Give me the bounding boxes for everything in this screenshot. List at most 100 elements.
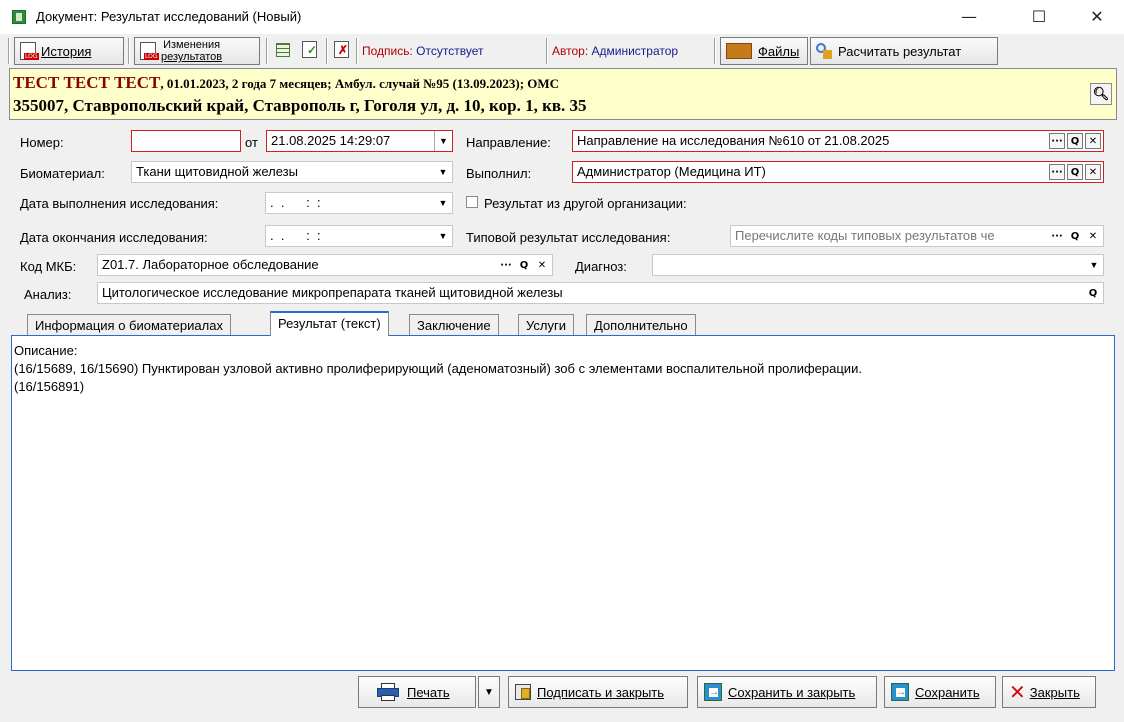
chevron-down-icon[interactable]: ▼ [434,162,452,182]
cancel-document-icon[interactable]: ✗ [334,41,349,58]
mkb-code-field[interactable]: Z01.7. Лабораторное обследование ··· Q ✕ [97,254,553,276]
typical-result-label: Типовой результат исследования: [466,230,671,245]
chevron-down-icon[interactable]: ▼ [434,226,452,246]
mkb-code-label: Код МКБ: [20,259,77,274]
sign-and-close-button[interactable]: Подписать и закрыть [508,676,688,708]
other-org-label: Результат из другой организации: [484,196,687,211]
toolbar-separator [326,38,328,64]
from-label: от [245,135,258,150]
diagnosis-select[interactable]: ▼ [652,254,1104,276]
toolbar-separator [8,38,10,64]
biomaterial-select[interactable]: Ткани щитовидной железы ▼ [131,161,453,183]
ellipsis-icon[interactable]: ··· [1049,164,1065,180]
tab-result-text[interactable]: Результат (текст) [270,311,389,336]
ellipsis-icon[interactable]: ··· [1049,228,1065,244]
end-date-value: . . : : [270,228,321,243]
clear-icon[interactable]: ✕ [534,257,550,273]
chevron-down-icon[interactable]: ▼ [1085,255,1103,275]
print-button[interactable]: Печать [358,676,476,708]
date-field[interactable]: 21.08.2025 14:29:07 ▼ [266,130,453,152]
clear-icon[interactable]: ✕ [1085,133,1101,149]
tab-additional[interactable]: Дополнительно [586,314,696,336]
biomaterial-value: Ткани щитовидной железы [136,164,298,179]
toolbar-separator [266,38,268,64]
typical-result-placeholder: Перечислите коды типовых результатов че [735,228,995,243]
clear-icon[interactable]: ✕ [1085,164,1101,180]
action-bar: Печать ▼ Подписать и закрыть → Сохранить… [0,674,1124,710]
result-text: Описание: (16/15689, 16/15690) Пунктиров… [14,343,862,394]
calculate-result-button[interactable]: Расчитать результат [810,37,998,65]
app-icon [12,10,26,24]
sign-icon [515,684,531,700]
date-value: 21.08.2025 14:29:07 [271,133,391,148]
toolbar: История Изменения результатов ✓ ✗ Подпис… [0,34,1124,67]
log-icon [140,42,159,60]
search-icon[interactable]: Q [1067,133,1083,149]
save-icon: → [704,683,722,701]
diagnosis-label: Диагноз: [575,259,627,274]
search-icon[interactable]: Q [1067,164,1083,180]
title-bar: Документ: Результат исследований (Новый)… [0,0,1124,34]
performed-by-field[interactable]: Администратор (Медицина ИТ) ··· Q ✕ [572,161,1104,183]
patient-line1: ТЕСТ ТЕСТ ТЕСТ, 01.01.2023, 2 года 7 мес… [13,73,559,93]
result-text-editor[interactable]: Описание: (16/15689, 16/15690) Пунктиров… [11,335,1115,671]
tab-strip: Информация о биоматериалах Результат (те… [11,311,1115,336]
toolbar-separator [128,38,130,64]
mkb-code-value: Z01.7. Лабораторное обследование [102,257,319,272]
end-date-field[interactable]: . . : : ▼ [265,225,453,247]
patient-info-panel: ТЕСТ ТЕСТ ТЕСТ, 01.01.2023, 2 года 7 мес… [9,68,1117,120]
performed-by-value: Администратор (Медицина ИТ) [577,164,766,179]
search-icon[interactable]: Q [1067,228,1083,244]
tab-biomaterial-info[interactable]: Информация о биоматериалах [27,314,231,336]
close-window-button[interactable]: ✕ [1074,4,1120,30]
analysis-field[interactable]: Цитологическое исследование микропрепара… [97,282,1104,304]
history-button[interactable]: История [14,37,124,65]
chevron-down-icon[interactable]: ▼ [434,131,452,151]
toolbar-separator [356,38,358,64]
direction-value: Направление на исследования №610 от 21.0… [577,133,890,148]
changes-label-line2: результатов [161,51,223,63]
chevron-down-icon[interactable]: ▼ [434,193,452,213]
close-icon: ✕ [1009,680,1026,704]
chevron-down-icon: ▼ [484,686,494,698]
ellipsis-icon[interactable]: ··· [1049,133,1065,149]
biomaterial-label: Биоматериал: [20,166,105,181]
other-org-checkbox[interactable] [466,196,478,208]
ellipsis-icon[interactable]: ··· [498,257,514,273]
tab-conclusion[interactable]: Заключение [409,314,499,336]
history-label: История [41,43,92,59]
files-button[interactable]: Файлы [720,37,808,65]
clear-icon[interactable]: ✕ [1085,228,1101,244]
save-button[interactable]: → Сохранить [884,676,996,708]
direction-field[interactable]: Направление на исследования №610 от 21.0… [572,130,1104,152]
patient-name: ТЕСТ ТЕСТ ТЕСТ [13,73,161,92]
save-and-close-button[interactable]: → Сохранить и закрыть [697,676,877,708]
table-icon[interactable] [276,43,290,57]
analysis-value: Цитологическое исследование микропрепара… [102,285,563,300]
signature-status: Подпись: Отсутствует [362,44,484,58]
maximize-button[interactable]: ☐ [1016,4,1062,30]
end-date-label: Дата окончания исследования: [20,230,208,245]
search-icon[interactable]: Q [1085,285,1101,301]
number-field[interactable] [131,130,241,152]
minimize-button[interactable]: — [946,4,992,30]
window-title: Документ: Результат исследований (Новый) [36,9,302,24]
tab-services[interactable]: Услуги [518,314,574,336]
changes-label-line1: Изменения [163,39,221,51]
exec-date-field[interactable]: . . : : ▼ [265,192,453,214]
direction-label: Направление: [466,135,551,150]
typical-result-field[interactable]: Перечислите коды типовых результатов че … [730,225,1104,247]
check-document-icon[interactable]: ✓ [302,41,317,58]
search-icon[interactable]: Q [516,257,532,273]
document-window: Документ: Результат исследований (Новый)… [0,0,1124,722]
close-button[interactable]: ✕ Закрыть [1002,676,1096,708]
print-options-button[interactable]: ▼ [478,676,500,708]
log-icon [20,42,39,60]
printer-icon [377,683,399,701]
result-changes-button[interactable]: Изменения результатов [134,37,260,65]
number-label: Номер: [20,135,64,150]
calculate-icon [816,43,832,59]
toolbar-separator [714,38,716,64]
patient-search-button[interactable]: 🔍︎ [1090,83,1112,105]
exec-date-label: Дата выполнения исследования: [20,196,219,211]
